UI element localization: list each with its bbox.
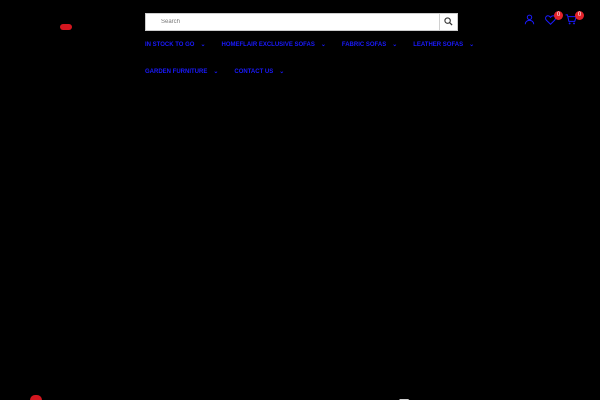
search-input[interactable] <box>146 14 439 30</box>
nav-item-label: In Stock To Go <box>145 41 195 48</box>
nav-item-contact-us[interactable]: Contact Us ⌄ <box>234 68 285 76</box>
nav-item-label: Garden Furniture <box>145 68 208 75</box>
search-icon <box>444 13 453 31</box>
main-nav: In Stock To Go ⌄ Homeflair Exclusive Sof… <box>145 36 495 90</box>
nav-item-fabric-sofas[interactable]: Fabric Sofas ⌄ <box>341 41 398 49</box>
nav-item-garden-furniture[interactable]: Garden Furniture ⌄ <box>145 68 219 76</box>
page: In Stock To Go ⌄ Homeflair Exclusive Sof… <box>0 0 600 400</box>
chevron-down-icon: ⌄ <box>392 42 398 48</box>
document-icon <box>399 393 415 400</box>
account-button[interactable] <box>522 14 536 28</box>
brand-icon <box>30 395 42 400</box>
nav-item-label: Contact Us <box>234 68 274 75</box>
wishlist-button[interactable]: 0 <box>543 11 563 28</box>
chevron-down-icon: ⌄ <box>469 42 475 48</box>
nav-item-label: Fabric Sofas <box>341 41 387 48</box>
nav-row-1: In Stock To Go ⌄ Homeflair Exclusive Sof… <box>145 36 495 53</box>
cart-count-badge: 0 <box>575 11 584 20</box>
search-button[interactable] <box>439 14 457 30</box>
header-icons: 0 0 <box>515 11 584 28</box>
nav-item-homeflair-exclusive-sofas[interactable]: Homeflair Exclusive Sofas ⌄ <box>221 41 326 49</box>
nav-item-in-stock-to-go[interactable]: In Stock To Go ⌄ <box>145 41 206 49</box>
nav-item-leather-sofas[interactable]: Leather Sofas ⌄ <box>413 41 475 49</box>
nav-item-label: Leather Sofas <box>413 41 464 48</box>
nav-item-label: Homeflair Exclusive Sofas <box>221 41 315 48</box>
chevron-down-icon: ⌄ <box>213 69 219 75</box>
user-icon <box>524 12 535 30</box>
wishlist-count-badge: 0 <box>554 11 563 20</box>
nav-row-2: Garden Furniture ⌄ Contact Us ⌄ <box>145 63 495 80</box>
cart-button[interactable]: 0 <box>564 11 584 28</box>
chevron-down-icon: ⌄ <box>279 69 285 75</box>
chevron-down-icon: ⌄ <box>200 42 206 48</box>
site-logo[interactable] <box>60 24 72 30</box>
search-bar <box>145 13 458 31</box>
chevron-down-icon: ⌄ <box>320 42 326 48</box>
card-icon <box>214 395 230 400</box>
